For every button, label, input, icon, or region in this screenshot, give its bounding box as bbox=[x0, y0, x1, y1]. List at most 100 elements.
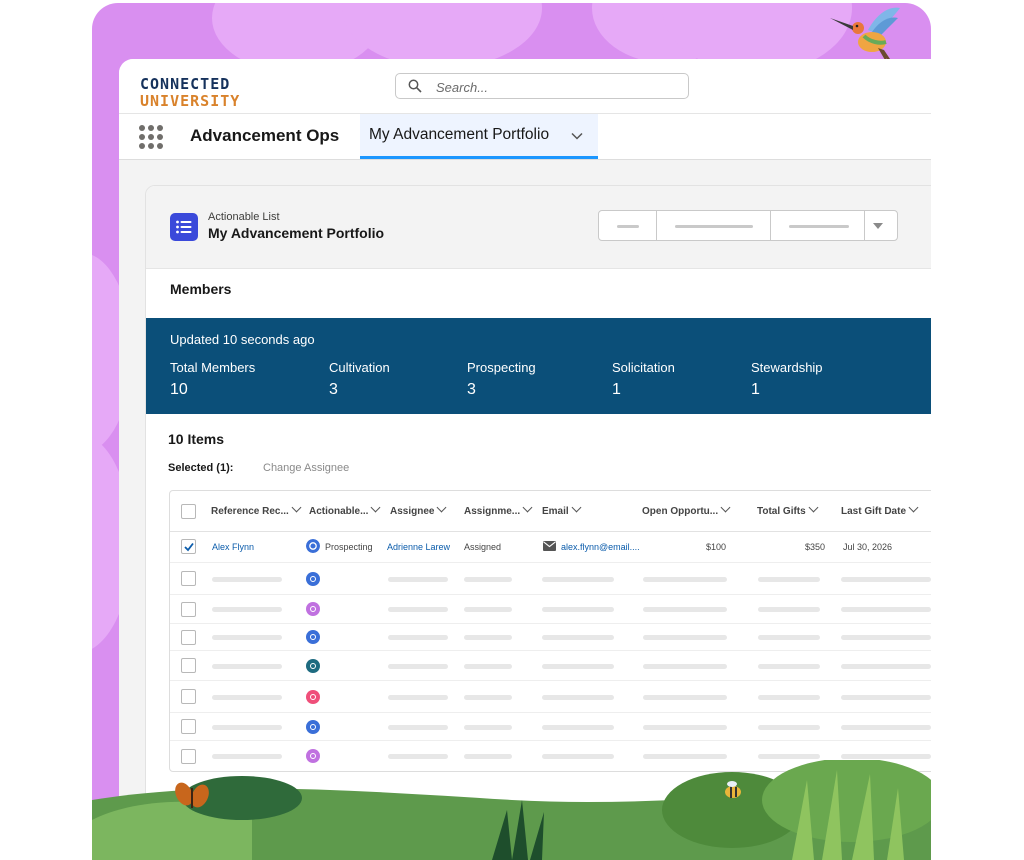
teal-phone-icon bbox=[306, 659, 320, 673]
loading-placeholder bbox=[388, 607, 448, 612]
table-row[interactable] bbox=[170, 681, 931, 713]
stat-value: 1 bbox=[751, 381, 760, 398]
open-opportunities-value: $100 bbox=[706, 542, 727, 552]
search-icon bbox=[408, 79, 422, 93]
stat-value: 1 bbox=[612, 381, 621, 398]
column-header[interactable]: Assignme... bbox=[464, 502, 533, 517]
loading-placeholder bbox=[758, 664, 820, 669]
loading-placeholder bbox=[758, 607, 820, 612]
blue-badge-icon bbox=[306, 630, 320, 644]
loading-placeholder bbox=[464, 577, 512, 582]
app-window: CONNECTED UNIVERSITY Advancement Ops My … bbox=[119, 59, 931, 860]
table-row[interactable] bbox=[170, 595, 931, 624]
loading-placeholder bbox=[388, 695, 448, 700]
stat-value: 3 bbox=[329, 381, 338, 398]
tab-my-advancement-portfolio[interactable]: My Advancement Portfolio bbox=[360, 114, 598, 159]
row-checkbox[interactable] bbox=[181, 571, 196, 586]
row-checkbox[interactable] bbox=[181, 658, 196, 673]
actionable-stage: Prospecting bbox=[325, 542, 373, 552]
card-header: Actionable List My Advancement Portfolio bbox=[146, 186, 931, 269]
brand-logo-line2: UNIVERSITY bbox=[140, 92, 241, 110]
stat-value: 10 bbox=[170, 381, 188, 398]
row-checkbox[interactable] bbox=[181, 689, 196, 704]
stat-prospecting: Prospecting 3 bbox=[467, 360, 536, 399]
table-row[interactable] bbox=[170, 624, 931, 651]
loading-placeholder bbox=[388, 577, 448, 582]
chevron-down-icon[interactable] bbox=[571, 130, 583, 142]
pink-heart-icon bbox=[306, 690, 320, 704]
purple-mail-icon bbox=[306, 602, 320, 616]
caret-down-icon bbox=[873, 223, 883, 229]
loading-placeholder bbox=[212, 577, 282, 582]
search-input[interactable] bbox=[434, 77, 678, 97]
loading-placeholder bbox=[841, 664, 931, 669]
loading-placeholder bbox=[212, 695, 282, 700]
loading-placeholder bbox=[388, 754, 448, 759]
row-checkbox[interactable] bbox=[181, 539, 196, 554]
app-launcher-icon[interactable] bbox=[139, 125, 163, 149]
loading-placeholder bbox=[464, 754, 512, 759]
email-link[interactable]: alex.flynn@email.... bbox=[561, 542, 640, 552]
loading-placeholder bbox=[643, 635, 727, 640]
table-row[interactable] bbox=[170, 563, 931, 595]
loading-placeholder bbox=[542, 725, 614, 730]
members-table: Reference Rec... Actionable... Assignee … bbox=[169, 490, 931, 772]
loading-placeholder bbox=[542, 607, 614, 612]
loading-placeholder bbox=[758, 695, 820, 700]
stat-label: Total Members bbox=[170, 360, 256, 375]
column-header[interactable]: Reference Rec... bbox=[211, 502, 302, 517]
change-assignee-button[interactable]: Change Assignee bbox=[263, 462, 349, 474]
loading-placeholder bbox=[841, 725, 931, 730]
checkmark-icon bbox=[184, 542, 194, 552]
column-header[interactable]: Total Gifts bbox=[757, 502, 819, 517]
action-button[interactable] bbox=[771, 211, 865, 240]
select-all-checkbox[interactable] bbox=[181, 504, 196, 519]
tab-label: My Advancement Portfolio bbox=[369, 126, 550, 143]
global-header: CONNECTED UNIVERSITY bbox=[119, 59, 931, 114]
row-checkbox[interactable] bbox=[181, 719, 196, 734]
table-row[interactable]: Alex Flynn Prospecting Adrienne Larew As… bbox=[170, 532, 931, 563]
loading-placeholder bbox=[841, 635, 931, 640]
loading-placeholder bbox=[758, 754, 820, 759]
row-checkbox[interactable] bbox=[181, 602, 196, 617]
blue-badge-icon bbox=[306, 539, 320, 553]
loading-placeholder bbox=[388, 635, 448, 640]
loading-placeholder bbox=[464, 607, 512, 612]
blue-badge-icon bbox=[306, 720, 320, 734]
assignee-link[interactable]: Adrienne Larew bbox=[387, 542, 450, 552]
action-button-group bbox=[598, 210, 898, 241]
row-checkbox[interactable] bbox=[181, 630, 196, 645]
action-button[interactable] bbox=[657, 211, 771, 240]
loading-placeholder bbox=[542, 577, 614, 582]
action-button[interactable] bbox=[599, 211, 657, 240]
loading-placeholder bbox=[464, 664, 512, 669]
loading-placeholder bbox=[464, 695, 512, 700]
loading-placeholder bbox=[643, 725, 727, 730]
app-nav-bar: Advancement Ops My Advancement Portfolio bbox=[119, 114, 931, 160]
stat-label: Cultivation bbox=[329, 360, 390, 375]
stat-label: Stewardship bbox=[751, 360, 823, 375]
section-title: Members bbox=[170, 281, 232, 297]
table-header: Reference Rec... Actionable... Assignee … bbox=[170, 491, 931, 532]
column-header[interactable]: Email bbox=[542, 502, 582, 517]
last-gift-date-value: Jul 30, 2026 bbox=[843, 542, 893, 552]
global-search[interactable] bbox=[395, 73, 689, 99]
loading-placeholder bbox=[841, 754, 931, 759]
column-header[interactable]: Open Opportu... bbox=[642, 502, 731, 517]
stat-cultivation: Cultivation 3 bbox=[329, 360, 390, 399]
column-header[interactable]: Actionable... bbox=[309, 502, 381, 517]
table-row[interactable] bbox=[170, 651, 931, 681]
landscape-illustration bbox=[92, 760, 931, 860]
more-actions-dropdown[interactable] bbox=[865, 211, 897, 240]
loading-placeholder bbox=[841, 607, 931, 612]
brand-logo-line1: CONNECTED bbox=[140, 75, 231, 93]
loading-placeholder bbox=[212, 725, 282, 730]
item-count: 10 Items bbox=[168, 431, 225, 447]
column-header[interactable]: Last Gift Date bbox=[841, 502, 919, 517]
loading-placeholder bbox=[841, 577, 931, 582]
column-header[interactable]: Assignee bbox=[390, 502, 447, 517]
reference-record-link[interactable]: Alex Flynn bbox=[212, 542, 254, 552]
loading-placeholder bbox=[643, 607, 727, 612]
table-row[interactable] bbox=[170, 713, 931, 741]
page-title: My Advancement Portfolio bbox=[208, 225, 385, 241]
